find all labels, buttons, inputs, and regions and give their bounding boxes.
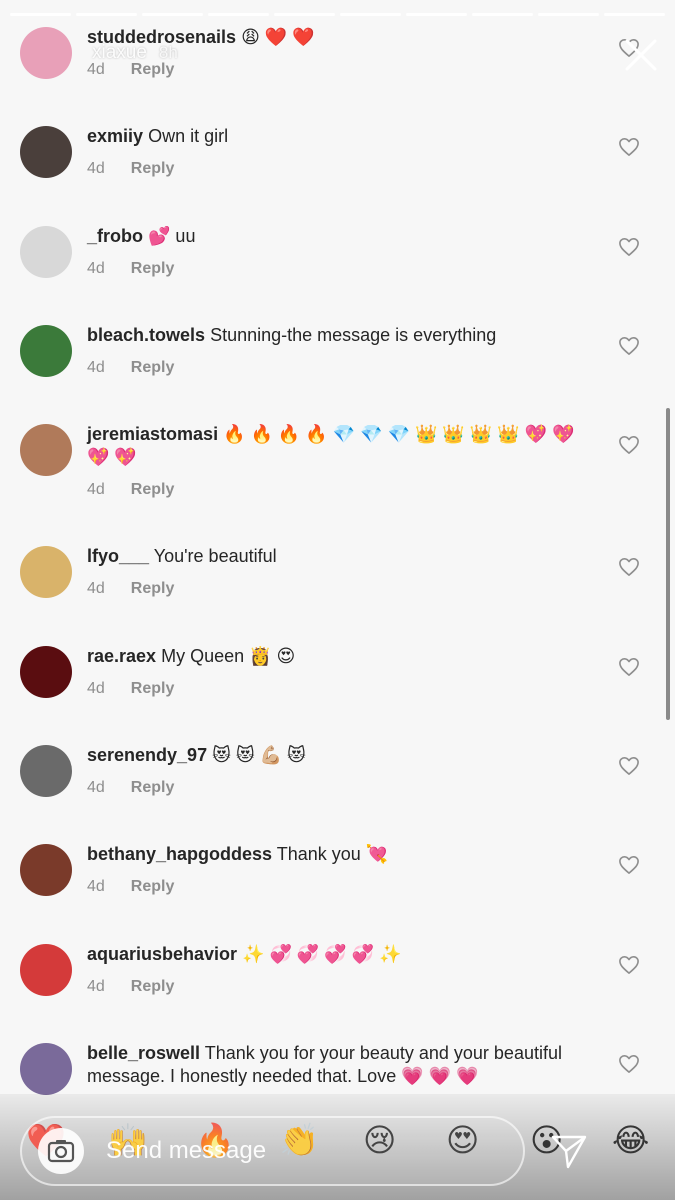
comment-username[interactable]: lfyo___ xyxy=(87,546,149,566)
story-progress-segment xyxy=(76,13,137,16)
heart-icon[interactable] xyxy=(618,756,640,776)
comment-username[interactable]: exmiiy xyxy=(87,126,143,146)
story-progress-segment xyxy=(274,13,335,16)
reply-button[interactable]: Reply xyxy=(131,580,175,597)
send-icon[interactable] xyxy=(549,1131,589,1171)
heart-icon[interactable] xyxy=(618,855,640,875)
reply-button[interactable]: Reply xyxy=(131,359,175,376)
comment-time: 4d xyxy=(87,580,105,597)
comment-time: 4d xyxy=(87,260,105,277)
avatar[interactable] xyxy=(20,424,72,476)
story-progress-bars xyxy=(10,13,665,16)
comment-text: Own it girl xyxy=(148,126,229,146)
comment-time: 4d xyxy=(87,680,105,697)
story-progress-segment xyxy=(142,13,203,16)
reply-button[interactable]: Reply xyxy=(131,160,175,177)
comment-time: 4d xyxy=(87,359,105,376)
story-progress-segment xyxy=(208,13,269,16)
avatar[interactable] xyxy=(20,126,72,178)
story-owner[interactable]: xiaxue 8h xyxy=(92,42,178,64)
avatar[interactable] xyxy=(20,27,72,79)
story-progress-segment xyxy=(604,13,665,16)
close-icon[interactable] xyxy=(623,37,659,73)
comment-username[interactable]: rae.raex xyxy=(87,646,156,666)
heart-icon[interactable] xyxy=(618,435,640,455)
comment-username[interactable]: belle_roswell xyxy=(87,1043,200,1063)
comment-time: 4d xyxy=(87,779,105,796)
reply-button[interactable]: Reply xyxy=(131,779,175,796)
comment-username[interactable]: serenendy_97 xyxy=(87,745,207,765)
comment-time: 4d xyxy=(87,978,105,995)
comment-text: 😻 😻 💪🏼 😻 xyxy=(212,745,306,765)
reply-button[interactable]: Reply xyxy=(131,260,175,277)
comment-username[interactable]: jeremiastomasi xyxy=(87,424,218,444)
reply-button[interactable]: Reply xyxy=(131,680,175,697)
reply-button[interactable]: Reply xyxy=(131,878,175,895)
story-time-ago: 8h xyxy=(158,43,178,62)
comment-username[interactable]: bleach.towels xyxy=(87,325,205,345)
comment-text: 😩 ❤️ ❤️ xyxy=(241,27,315,47)
comment-text: Stunning-the message is everything xyxy=(210,325,497,345)
story-progress-segment xyxy=(340,13,401,16)
story-progress-segment xyxy=(472,13,533,16)
comment-text: 💕 uu xyxy=(148,226,196,246)
scrollbar[interactable] xyxy=(666,408,670,720)
comment-text: Thank you 💘 xyxy=(276,844,389,864)
comment-time: 4d xyxy=(87,481,105,498)
story-progress-segment xyxy=(406,13,467,16)
reply-button[interactable]: Reply xyxy=(131,481,175,498)
avatar[interactable] xyxy=(20,546,72,598)
heart-icon[interactable] xyxy=(618,955,640,975)
comment-username[interactable]: aquariusbehavior xyxy=(87,944,237,964)
heart-icon[interactable] xyxy=(618,657,640,677)
heart-icon[interactable] xyxy=(618,237,640,257)
camera-button[interactable] xyxy=(38,1128,84,1174)
comment-text: ✨ 💞 💞 💞 💞 ✨ xyxy=(242,944,402,964)
heart-icon[interactable] xyxy=(618,336,640,356)
message-placeholder[interactable]: Send message xyxy=(106,1137,266,1165)
avatar[interactable] xyxy=(20,226,72,278)
comment-text: You're beautiful xyxy=(153,546,277,566)
heart-icon[interactable] xyxy=(618,137,640,157)
story-owner-name[interactable]: xiaxue xyxy=(92,42,147,63)
comment-username[interactable]: bethany_hapgoddess xyxy=(87,844,272,864)
story-progress-segment xyxy=(538,13,599,16)
avatar[interactable] xyxy=(20,944,72,996)
avatar[interactable] xyxy=(20,325,72,377)
avatar[interactable] xyxy=(20,844,72,896)
camera-icon xyxy=(47,1140,75,1163)
heart-icon[interactable] xyxy=(618,557,640,577)
heart-icon[interactable] xyxy=(618,1054,640,1074)
comment-username[interactable]: _frobo xyxy=(87,226,143,246)
avatar[interactable] xyxy=(20,646,72,698)
story-progress-segment xyxy=(10,13,71,16)
comment-time: 4d xyxy=(87,160,105,177)
message-input[interactable] xyxy=(20,1116,525,1186)
avatar[interactable] xyxy=(20,1043,72,1095)
comment-text: My Queen 👸 😍 xyxy=(161,646,296,666)
avatar[interactable] xyxy=(20,745,72,797)
comment-time: 4d xyxy=(87,878,105,895)
reply-button[interactable]: Reply xyxy=(131,978,175,995)
reaction-laughing[interactable]: 😂 xyxy=(612,1115,649,1165)
